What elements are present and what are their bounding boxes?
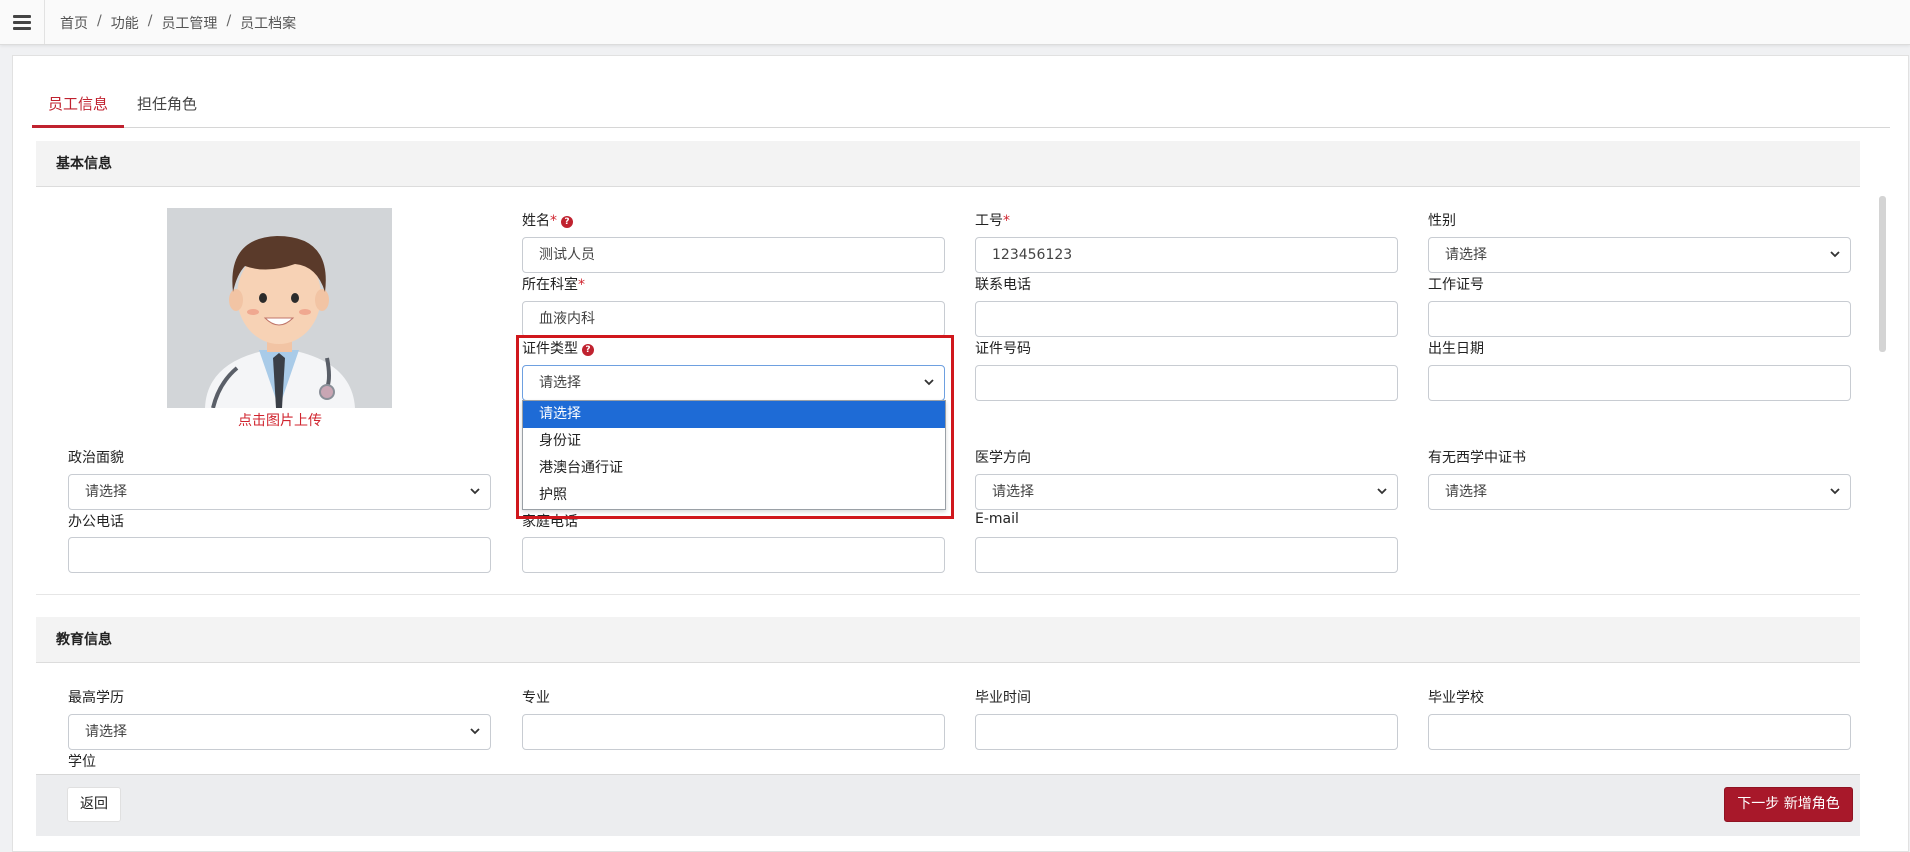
major-input[interactable] [522,714,945,750]
breadcrumb-home[interactable]: 首页 [60,13,88,33]
work-id-label: 工作证号 [1428,277,1484,293]
avatar-upload[interactable] [167,208,392,408]
school-label: 毕业学校 [1428,690,1484,706]
doctor-avatar-icon [167,208,392,408]
medical-direction-label: 医学方向 [975,450,1031,466]
email-label: E-mail [975,511,1019,527]
email-input[interactable] [975,537,1398,573]
office-phone-label: 办公电话 [68,514,124,530]
id-type-option[interactable]: 港澳台通行证 [523,455,945,482]
employee-no-label-text: 工号 [975,213,1003,229]
id-type-option[interactable]: 请选择 [523,401,945,428]
name-label-text: 姓名 [522,213,550,229]
chevron-down-icon [470,728,480,735]
degree-label: 学位 [68,754,96,770]
section-basic-info-title: 基本信息 [36,141,1860,187]
scrollbar[interactable] [1879,196,1886,352]
medical-direction-select[interactable]: 请选择 [975,474,1398,510]
menu-toggle-button[interactable] [0,0,45,44]
chevron-down-icon [470,488,480,495]
tcm-cert-label: 有无西学中证书 [1428,450,1526,466]
name-input[interactable]: 测试人员 [522,237,945,273]
section-education-title: 教育信息 [36,617,1860,663]
top-bar: 首页 / 功能 / 员工管理 / 员工档案 [0,0,1910,45]
chevron-down-icon [1377,488,1387,495]
id-type-option[interactable]: 身份证 [523,428,945,455]
upload-photo-link[interactable]: 点击图片上传 [238,410,322,430]
political-label: 政治面貌 [68,450,124,466]
department-label: 所在科室* [522,277,585,293]
name-label: 姓名*? [522,210,573,230]
chevron-down-icon [1830,251,1840,258]
breadcrumb-employee-file: 员工档案 [240,16,297,32]
chevron-down-icon [1830,488,1840,495]
birth-date-label: 出生日期 [1428,341,1484,357]
education-select[interactable]: 请选择 [68,714,491,750]
major-label: 专业 [522,690,550,706]
gender-label: 性别 [1428,213,1456,229]
next-add-role-button[interactable]: 下一步 新增角色 [1724,787,1853,822]
id-number-label: 证件号码 [975,341,1031,357]
tab-roles[interactable]: 担任角色 [121,83,213,128]
employee-no-input[interactable]: 123456123 [975,237,1398,273]
back-button[interactable]: 返回 [67,787,121,822]
phone-label: 联系电话 [975,277,1031,293]
education-select-value: 请选择 [85,724,127,740]
home-phone-input[interactable] [522,537,945,573]
breadcrumb-employee-management[interactable]: 员工管理 [161,13,217,33]
political-select-value: 请选择 [85,484,127,500]
gender-select-value: 请选择 [1445,247,1487,263]
hamburger-icon [13,15,31,30]
tcm-cert-select[interactable]: 请选择 [1428,474,1851,510]
section-divider [36,594,1860,595]
id-type-option[interactable]: 护照 [523,482,945,509]
help-icon[interactable]: ? [561,216,573,228]
department-input[interactable]: 血液内科 [522,301,945,337]
footer-bar [36,774,1860,836]
breadcrumb-function[interactable]: 功能 [111,13,139,33]
grad-time-input[interactable] [975,714,1398,750]
tcm-cert-select-value: 请选择 [1445,484,1487,500]
work-id-input[interactable] [1428,301,1851,337]
political-select[interactable]: 请选择 [68,474,491,510]
grad-time-label: 毕业时间 [975,690,1031,706]
office-phone-input[interactable] [68,537,491,573]
phone-input[interactable] [975,301,1398,337]
id-number-input[interactable] [975,365,1398,401]
id-type-dropdown-list: 请选择 身份证 港澳台通行证 护照 [522,400,946,510]
education-label: 最高学历 [68,690,124,706]
medical-direction-select-value: 请选择 [992,484,1034,500]
school-input[interactable] [1428,714,1851,750]
tab-employee-info[interactable]: 员工信息 [32,83,125,128]
birth-date-input[interactable] [1428,365,1851,401]
breadcrumb: 首页 / 功能 / 员工管理 / 员工档案 [60,13,297,33]
tab-bar: 员工信息 担任角色 [32,83,1890,128]
gender-select[interactable]: 请选择 [1428,237,1851,273]
employee-no-label: 工号* [975,213,1010,229]
department-label-text: 所在科室 [522,277,578,293]
